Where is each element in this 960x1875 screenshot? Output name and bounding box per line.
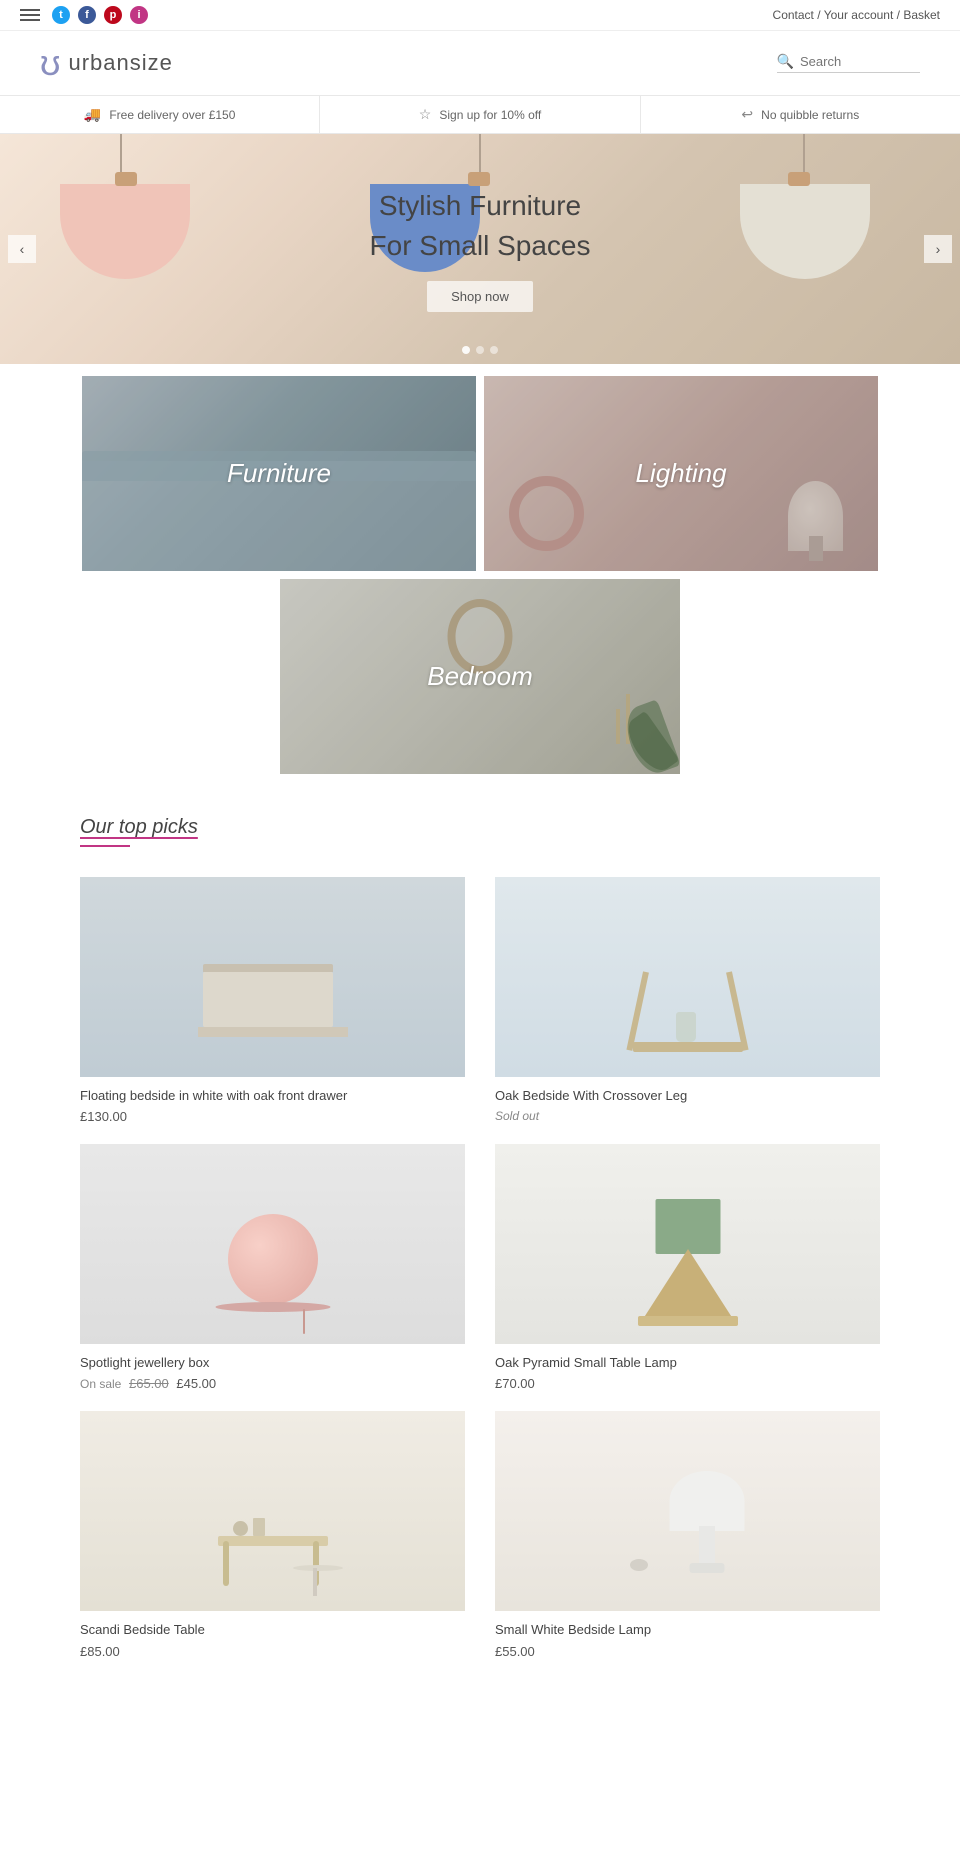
hero-dots xyxy=(462,346,498,354)
hero-dot-2[interactable] xyxy=(476,346,484,354)
product-3-image xyxy=(80,1144,465,1344)
product-5-price: £85.00 xyxy=(80,1644,465,1659)
product-3-original-price: £65.00 xyxy=(129,1376,169,1391)
product-2-image xyxy=(495,877,880,1077)
account-link[interactable]: Your account xyxy=(824,8,894,22)
facebook-icon[interactable]: f xyxy=(78,6,96,24)
product-1[interactable]: Floating bedside in white with oak front… xyxy=(80,877,465,1124)
product-5[interactable]: Scandi Bedside Table £85.00 xyxy=(80,1411,465,1658)
logo-text: urbansize xyxy=(68,50,172,76)
lighting-overlay: Lighting xyxy=(484,376,878,571)
product-4-price: £70.00 xyxy=(495,1376,880,1391)
truck-icon: 🚚 xyxy=(84,106,101,123)
signup-text: Sign up for 10% off xyxy=(439,108,541,122)
hero-banner: Stylish FurnitureFor Small Spaces Shop n… xyxy=(0,134,960,364)
social-icons: t f p i xyxy=(52,6,148,24)
instagram-icon[interactable]: i xyxy=(130,6,148,24)
product-3-price: On sale £65.00 £45.00 xyxy=(80,1376,465,1391)
returns-text: No quibble returns xyxy=(761,108,859,122)
info-delivery: 🚚 Free delivery over £150 xyxy=(0,96,320,133)
product-6-image xyxy=(495,1411,880,1611)
search-area: 🔍 xyxy=(777,53,920,73)
category-section: Furniture Lighting xyxy=(0,364,960,786)
search-input[interactable] xyxy=(800,54,920,69)
info-signup[interactable]: ☆ Sign up for 10% off xyxy=(320,96,640,133)
product-3[interactable]: Spotlight jewellery box On sale £65.00 £… xyxy=(80,1144,465,1391)
hamburger-menu[interactable] xyxy=(20,9,40,21)
contact-link[interactable]: Contact xyxy=(773,8,814,22)
product-6[interactable]: Small White Bedside Lamp £55.00 xyxy=(495,1411,880,1658)
product-5-image xyxy=(80,1411,465,1611)
category-bottom-row: Bedroom xyxy=(80,577,880,776)
info-returns: ↩ No quibble returns xyxy=(641,96,960,133)
category-lighting[interactable]: Lighting xyxy=(484,376,878,571)
top-picks-section: Our top picks xyxy=(0,786,960,877)
lighting-label: Lighting xyxy=(635,458,726,489)
bedroom-overlay: Bedroom xyxy=(280,579,680,774)
pinterest-icon[interactable]: p xyxy=(104,6,122,24)
top-bar: t f p i Contact / Your account / Basket xyxy=(0,0,960,31)
hero-title: Stylish FurnitureFor Small Spaces xyxy=(370,186,591,264)
hero-dot-3[interactable] xyxy=(490,346,498,354)
star-icon: ☆ xyxy=(419,106,432,123)
hero-content: Stylish FurnitureFor Small Spaces Shop n… xyxy=(370,186,591,311)
product-5-name: Scandi Bedside Table xyxy=(80,1621,465,1639)
product-grid: Floating bedside in white with oak front… xyxy=(0,877,960,1679)
category-bedroom[interactable]: Bedroom xyxy=(280,579,680,774)
product-2-name: Oak Bedside With Crossover Leg xyxy=(495,1087,880,1105)
product-1-image xyxy=(80,877,465,1077)
product-2-sold-out: Sold out xyxy=(495,1109,880,1123)
hero-next-button[interactable]: › xyxy=(924,235,952,263)
product-4[interactable]: Oak Pyramid Small Table Lamp £70.00 xyxy=(495,1144,880,1391)
product-1-name: Floating bedside in white with oak front… xyxy=(80,1087,465,1105)
product-1-price: £130.00 xyxy=(80,1109,465,1124)
product-6-price: £55.00 xyxy=(495,1644,880,1659)
hero-cta-button[interactable]: Shop now xyxy=(427,281,533,312)
furniture-label: Furniture xyxy=(227,458,331,489)
furniture-overlay: Furniture xyxy=(82,376,476,571)
section-title: Our top picks xyxy=(80,816,880,839)
top-bar-left: t f p i xyxy=(20,6,148,24)
product-4-name: Oak Pyramid Small Table Lamp xyxy=(495,1354,880,1372)
twitter-icon[interactable]: t xyxy=(52,6,70,24)
hero-dot-1[interactable] xyxy=(462,346,470,354)
product-3-sale-label: On sale xyxy=(80,1377,121,1391)
bedroom-label: Bedroom xyxy=(427,661,533,692)
top-nav-links: Contact / Your account / Basket xyxy=(773,8,940,22)
section-title-underline xyxy=(80,845,130,847)
category-top-row: Furniture Lighting xyxy=(80,374,880,573)
product-2[interactable]: Oak Bedside With Crossover Leg Sold out xyxy=(495,877,880,1124)
return-icon: ↩ xyxy=(741,106,753,123)
product-3-name: Spotlight jewellery box xyxy=(80,1354,465,1372)
site-header: ʊ urbansize 🔍 xyxy=(0,31,960,95)
delivery-text: Free delivery over £150 xyxy=(109,108,235,122)
hero-prev-button[interactable]: ‹ xyxy=(8,235,36,263)
basket-link[interactable]: Basket xyxy=(903,8,940,22)
product-4-image xyxy=(495,1144,880,1344)
section-title-wrap: Our top picks xyxy=(80,816,880,847)
logo[interactable]: ʊ urbansize xyxy=(40,45,173,81)
search-icon: 🔍 xyxy=(777,53,794,70)
info-bar: 🚚 Free delivery over £150 ☆ Sign up for … xyxy=(0,95,960,134)
product-3-sale-price: £45.00 xyxy=(176,1376,216,1391)
logo-u-letter: ʊ xyxy=(40,45,60,81)
category-furniture[interactable]: Furniture xyxy=(82,376,476,571)
product-6-name: Small White Bedside Lamp xyxy=(495,1621,880,1639)
